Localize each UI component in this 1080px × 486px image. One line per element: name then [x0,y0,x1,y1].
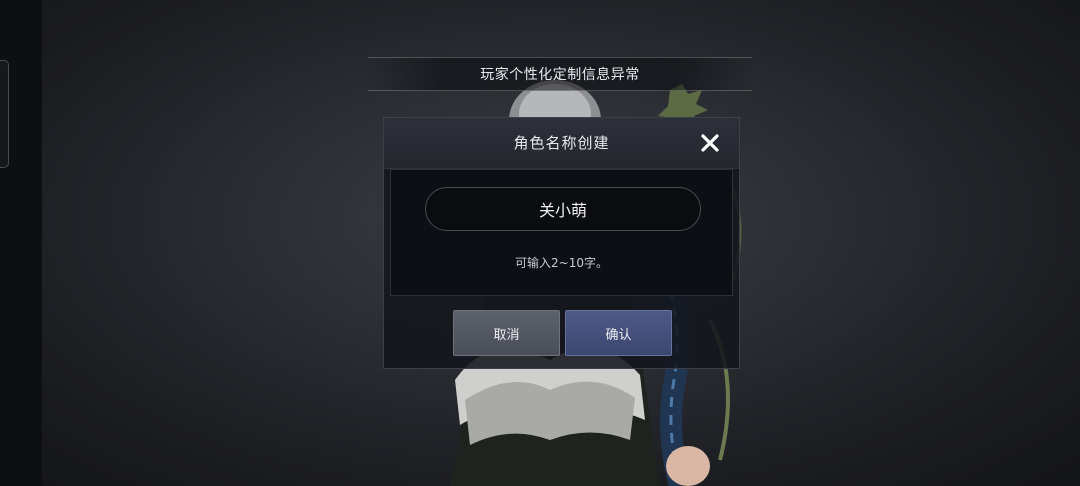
game-screen: 玩家个性化定制信息异常 角色名称创建 可输入2~10字。 取消 确认 [0,0,1080,486]
error-banner: 玩家个性化定制信息异常 [368,57,752,91]
name-length-hint: 可输入2~10字。 [515,256,608,270]
dialog-body: 可输入2~10字。 [390,169,733,296]
cancel-button[interactable]: 取消 [453,310,560,356]
confirm-button-label: 确认 [605,327,632,343]
close-icon [701,134,719,152]
error-banner-text: 玩家个性化定制信息异常 [480,67,640,83]
character-name-dialog: 角色名称创建 可输入2~10字。 取消 确认 [383,117,740,369]
character-name-input[interactable] [425,187,701,231]
side-drawer-handle[interactable] [0,60,9,168]
close-button[interactable] [699,132,721,154]
cancel-button-label: 取消 [493,327,520,343]
dialog-title: 角色名称创建 [513,134,610,152]
confirm-button[interactable]: 确认 [565,310,672,356]
